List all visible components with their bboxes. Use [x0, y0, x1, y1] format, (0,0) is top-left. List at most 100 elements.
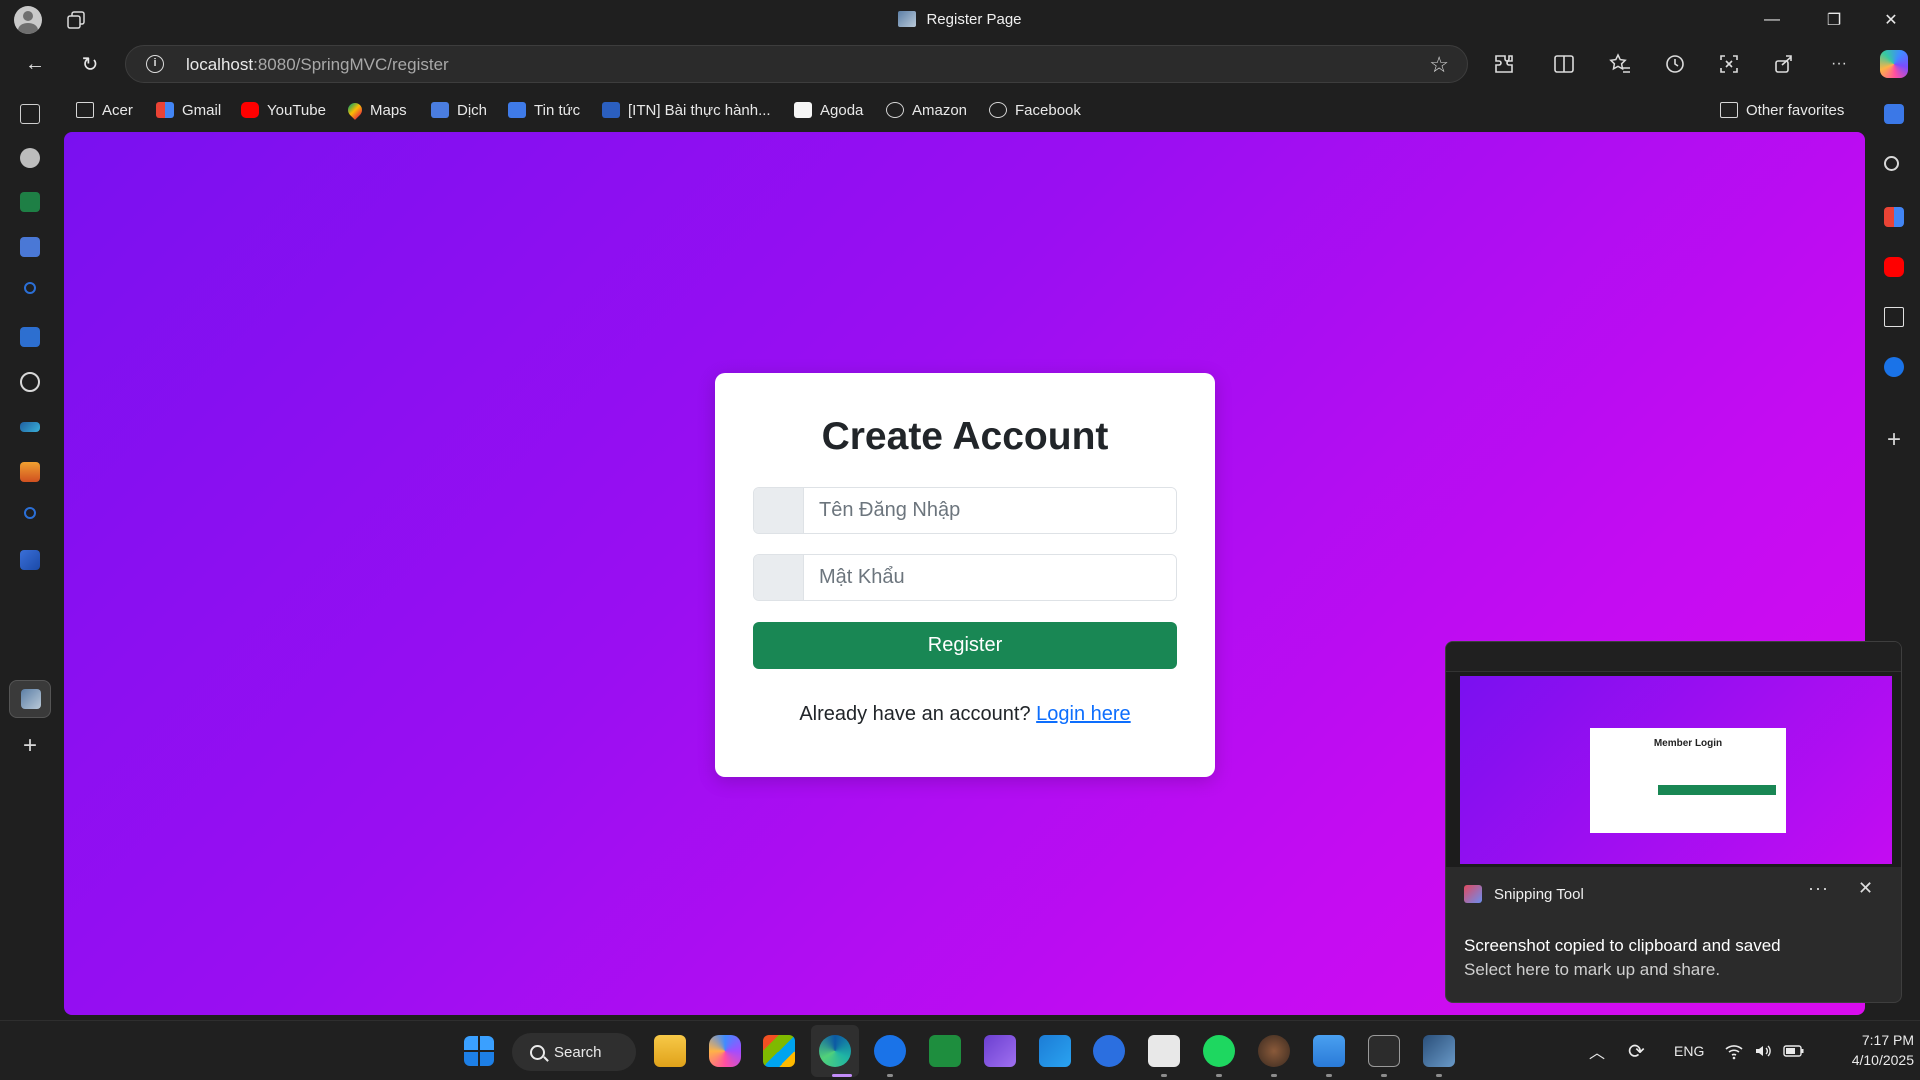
tab-icon[interactable]: [20, 327, 40, 347]
login-prompt-text: Already have an account?: [799, 703, 1031, 725]
password-input-group: [753, 554, 1177, 601]
favorite-star-icon[interactable]: ☆: [1429, 52, 1449, 78]
login-prompt: Already have an account? Login here: [715, 703, 1215, 726]
google-classroom-icon[interactable]: [929, 1035, 961, 1067]
register-page-tab-icon[interactable]: [21, 689, 41, 709]
favorites-icon[interactable]: [1608, 52, 1632, 76]
terminal-icon[interactable]: [1368, 1035, 1400, 1067]
file-explorer-icon[interactable]: [654, 1035, 686, 1067]
search-icon[interactable]: [1884, 156, 1899, 171]
bookmark-acer[interactable]: Acer: [76, 99, 133, 121]
copilot-app-icon[interactable]: [709, 1035, 741, 1067]
username-input[interactable]: [805, 488, 1176, 533]
other-favorites[interactable]: Other favorites: [1720, 99, 1844, 121]
settings-gear-icon[interactable]: [1258, 1035, 1290, 1067]
wifi-icon[interactable]: [1724, 1041, 1744, 1061]
show-hidden-icons-chevron-icon[interactable]: ︿: [1589, 1021, 1605, 1080]
close-button[interactable]: ✕: [1863, 0, 1919, 40]
password-input[interactable]: [805, 555, 1176, 600]
url-host: localhost: [186, 55, 254, 74]
bookmark-youtube[interactable]: YouTube: [241, 99, 326, 121]
sheets-icon[interactable]: [20, 192, 40, 212]
tab-icon[interactable]: [20, 422, 40, 432]
bookmark-amazon[interactable]: Amazon: [886, 99, 967, 121]
maps-icon: [345, 100, 365, 120]
history-icon[interactable]: [1663, 52, 1687, 76]
capcut-icon[interactable]: [1148, 1035, 1180, 1067]
bookmark-gmail[interactable]: Gmail: [156, 99, 221, 121]
search-tab-icon[interactable]: [24, 507, 36, 519]
refresh-button[interactable]: ↻: [74, 48, 106, 80]
bookmark-label: Gmail: [182, 101, 222, 119]
toast-app-header: Snipping Tool: [1464, 885, 1584, 903]
add-sidebar-app-icon[interactable]: +: [1884, 428, 1904, 452]
windows-start-icon[interactable]: [464, 1036, 494, 1066]
split-screen-icon[interactable]: [1552, 52, 1576, 76]
microsoft-store-icon[interactable]: [763, 1035, 795, 1067]
docs-icon[interactable]: [20, 237, 40, 257]
toast-app-name: Snipping Tool: [1494, 885, 1584, 903]
tab-panel-icon[interactable]: [20, 104, 40, 124]
gmail-sidebar-icon[interactable]: [1884, 207, 1904, 227]
zalo-sidebar-icon[interactable]: [1884, 357, 1904, 377]
window-title-text: Register Page: [926, 11, 1022, 28]
edge-browser-icon[interactable]: [819, 1035, 851, 1067]
url-text[interactable]: localhost:8080/SpringMVC/register: [186, 55, 449, 75]
minimize-button[interactable]: —: [1744, 0, 1800, 40]
other-favorites-label: Other favorites: [1746, 101, 1845, 119]
thumbnail-page: Member Login: [1460, 676, 1892, 864]
github-icon[interactable]: [20, 148, 40, 168]
zalo-icon[interactable]: [874, 1035, 906, 1067]
running-indicator: [1326, 1074, 1332, 1077]
back-button[interactable]: ←: [19, 48, 51, 80]
bookmark-label: YouTube: [267, 101, 326, 119]
more-menu-button[interactable]: ···: [1827, 52, 1851, 76]
toast-close-button[interactable]: ✕: [1858, 878, 1873, 899]
battery-icon[interactable]: [1783, 1041, 1805, 1061]
screenshot-thumbnail[interactable]: Member Login: [1446, 642, 1901, 867]
visual-studio-icon[interactable]: [984, 1035, 1016, 1067]
translate-sidebar-icon[interactable]: [1884, 104, 1904, 124]
snipping-tool-taskbar-icon[interactable]: [1423, 1035, 1455, 1067]
bookmark-agoda[interactable]: Agoda: [794, 99, 863, 121]
extensions-icon[interactable]: [1492, 52, 1516, 76]
copilot-icon[interactable]: [1880, 50, 1908, 78]
toast-more-button[interactable]: ···: [1808, 878, 1829, 899]
sync-icon[interactable]: ⟳: [1628, 1021, 1645, 1080]
bookmark-maps[interactable]: Maps: [345, 99, 407, 121]
bookmark-itn[interactable]: [ITN] Bài thực hành...: [602, 99, 771, 121]
address-bar[interactable]: i localhost:8080/SpringMVC/register ☆: [125, 45, 1468, 83]
search-tab-icon[interactable]: [24, 282, 36, 294]
app-installer-icon[interactable]: [1093, 1035, 1125, 1067]
tab-icon[interactable]: [20, 372, 40, 392]
youtube-sidebar-icon[interactable]: [1884, 257, 1904, 277]
vscode-icon[interactable]: [1039, 1035, 1071, 1067]
word-icon: [602, 102, 620, 118]
snipping-tool-notification[interactable]: Member Login Snipping Tool ··· ✕ Screens…: [1445, 641, 1902, 1003]
running-indicator: [1161, 1074, 1167, 1077]
tab-icon[interactable]: [20, 550, 40, 570]
translate-icon: [431, 102, 449, 118]
tab-sidebar-icon[interactable]: [1884, 307, 1904, 327]
register-button[interactable]: Register: [753, 622, 1177, 669]
folder-icon: [76, 102, 94, 118]
system-clock[interactable]: 7:17 PM 4/10/2025: [1822, 1030, 1914, 1070]
share-icon[interactable]: [1772, 52, 1796, 76]
bookmark-facebook[interactable]: Facebook: [989, 99, 1081, 121]
bookmark-tin-tuc[interactable]: Tin tức: [508, 99, 580, 121]
screenshot-icon[interactable]: [1717, 52, 1741, 76]
toast-message: Screenshot copied to clipboard and saved: [1464, 936, 1781, 955]
tab-icon[interactable]: [20, 462, 40, 482]
language-indicator[interactable]: ENG: [1674, 1021, 1704, 1080]
site-info-icon[interactable]: i: [146, 55, 164, 73]
spotify-icon[interactable]: [1203, 1035, 1235, 1067]
bookmark-dich[interactable]: Dịch: [431, 99, 487, 121]
bookmark-label: Maps: [370, 101, 407, 119]
login-link[interactable]: Login here: [1036, 703, 1131, 725]
vertical-tabs-sidebar: +: [0, 92, 60, 1020]
volume-icon[interactable]: [1753, 1041, 1773, 1061]
notepad-icon[interactable]: [1313, 1035, 1345, 1067]
restore-button[interactable]: ❐: [1806, 0, 1862, 40]
new-tab-plus-icon[interactable]: +: [20, 734, 40, 758]
taskbar-search[interactable]: Search: [512, 1033, 636, 1071]
